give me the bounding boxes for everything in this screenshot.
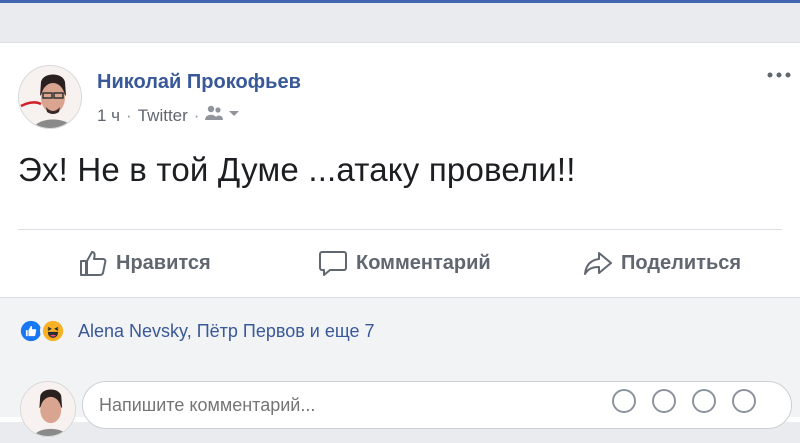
comment-tools [612, 389, 756, 413]
share-arrow-icon [584, 252, 612, 275]
reaction-icons[interactable] [18, 318, 66, 344]
post-time[interactable]: 1 ч [97, 106, 120, 126]
reactors-summary[interactable]: Alena Nevsky, Пётр Первов и еще 7 [78, 321, 375, 342]
like-label: Нравится [116, 251, 211, 274]
like-button[interactable]: Нравится [78, 243, 211, 283]
post-meta: 1 ч · Twitter · [97, 105, 240, 126]
meta-separator: · [193, 105, 200, 125]
sticker-icon[interactable] [732, 389, 756, 413]
comment-button[interactable]: Комментарий [318, 243, 491, 283]
top-navigation-strip [0, 0, 800, 3]
more-options-icon[interactable] [764, 65, 794, 85]
post-source[interactable]: Twitter [138, 106, 188, 126]
meta-separator: · [126, 105, 132, 125]
comment-bubble-icon [319, 251, 347, 276]
share-label: Поделиться [621, 251, 742, 274]
comment-label: Комментарий [356, 251, 491, 274]
emoji-icon[interactable] [612, 389, 636, 413]
audience-friends-icon[interactable] [205, 105, 240, 126]
comment-composer [0, 373, 800, 443]
feed-post: Николай Прокофьев 1 ч · Twitter · Эх! Не… [0, 42, 800, 437]
author-avatar[interactable] [18, 65, 82, 129]
avatar-image [19, 66, 81, 128]
author-name[interactable]: Николай Прокофьев [97, 71, 301, 94]
thumbs-up-icon [80, 251, 107, 276]
divider [18, 229, 782, 230]
camera-icon[interactable] [652, 389, 676, 413]
post-text: Эх! Не в той Думе ...атаку провели!! [18, 151, 576, 188]
share-button[interactable]: Поделиться [583, 243, 741, 283]
viewer-avatar [20, 381, 76, 437]
gif-icon[interactable] [692, 389, 716, 413]
haha-icon [40, 318, 66, 344]
